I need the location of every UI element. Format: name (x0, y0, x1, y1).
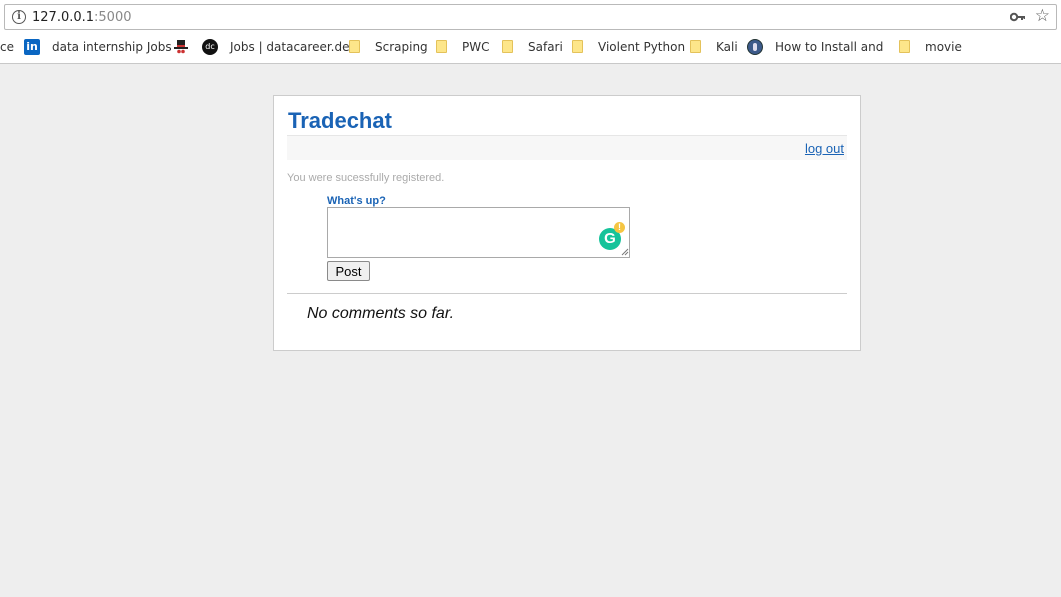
bookmark-item[interactable]: dc Jobs | datacareer.de (202, 39, 349, 55)
datacareer-icon: dc (202, 39, 218, 55)
browser-chrome: i 127.0.0.1:5000 ☆ ce in data internship… (0, 0, 1061, 64)
bookmark-item[interactable] (173, 39, 189, 55)
bookmark-label: Violent Python (598, 40, 686, 54)
url-port: :5000 (94, 10, 132, 25)
address-bar[interactable]: i 127.0.0.1:5000 ☆ (4, 4, 1057, 30)
empty-comments-message: No comments so far. (307, 305, 455, 322)
bookmark-item[interactable]: Violent Python (572, 39, 686, 55)
folder-icon (502, 40, 513, 53)
bookmark-label: Scraping (375, 40, 428, 54)
bookmark-item[interactable]: Scraping (349, 39, 429, 55)
message-textarea[interactable] (327, 207, 630, 258)
logout-link[interactable]: log out (805, 141, 844, 156)
globe-icon (747, 39, 763, 55)
flash-message: You were sucessfully registered. (287, 172, 445, 184)
bookmark-label: Kali (716, 40, 738, 54)
bookmarks-bar: ce in data internship Jobs dc Jobs | dat… (0, 36, 1061, 58)
bookmark-label: Jobs | datacareer.de (230, 40, 350, 54)
navigation-bar: log out (287, 135, 847, 160)
folder-icon (572, 40, 583, 53)
folder-icon (899, 40, 910, 53)
bookmark-label: How to Install and C (775, 40, 887, 54)
folder-icon (349, 40, 360, 53)
bookmark-item[interactable]: movie (899, 39, 969, 55)
bookmark-item[interactable]: in data internship Jobs (24, 39, 172, 55)
divider (287, 293, 847, 294)
bookmark-item[interactable]: Kali (690, 39, 740, 55)
post-button[interactable]: Post (327, 261, 370, 281)
bookmark-label: data internship Jobs (52, 40, 172, 54)
url-host: 127.0.0.1 (32, 10, 95, 25)
compose-label: What's up? (327, 195, 386, 207)
bookmark-label: PWC (462, 40, 490, 54)
bookmark-label: movie (925, 40, 962, 54)
folder-icon (690, 40, 701, 53)
page-title: Tradechat (288, 108, 392, 133)
folder-icon (436, 40, 447, 53)
grammarly-alert-icon: ! (614, 222, 625, 233)
bookmark-label: ce (0, 40, 14, 54)
linkedin-icon: in (24, 39, 40, 55)
url-text[interactable]: 127.0.0.1:5000 (32, 10, 132, 25)
resize-grip-icon[interactable] (621, 248, 629, 256)
bookmark-item[interactable]: PWC (436, 39, 496, 55)
page-container: Tradechat log out You were sucessfully r… (273, 95, 861, 351)
bookmark-label: Safari (528, 40, 563, 54)
bookmark-item[interactable]: How to Install and C (747, 39, 887, 55)
key-icon[interactable] (1010, 11, 1026, 23)
bookmark-item[interactable]: Safari (502, 39, 564, 55)
hat-icon (174, 40, 188, 54)
bookmark-star-icon[interactable]: ☆ (1035, 6, 1050, 26)
info-icon[interactable]: i (12, 10, 26, 24)
